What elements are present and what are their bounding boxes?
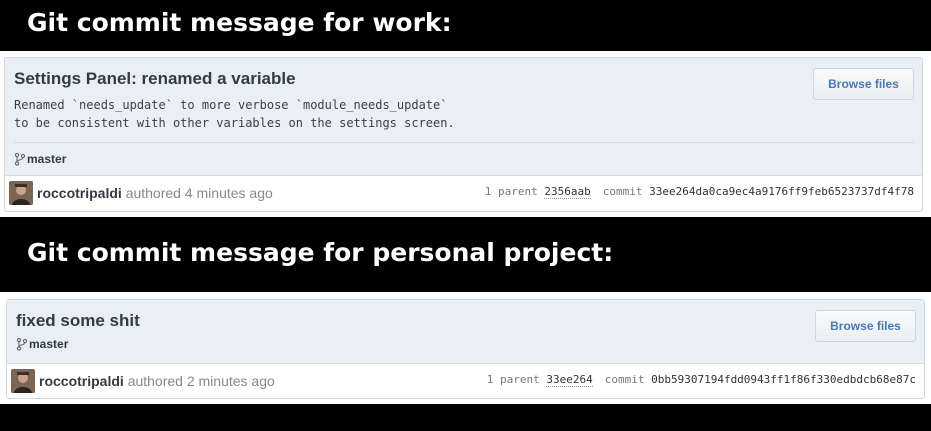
author-link[interactable]: roccotripaldi <box>37 185 122 201</box>
parent-label: 1 parent <box>484 185 538 198</box>
caption-personal: Git commit message for personal project: <box>27 238 614 267</box>
parent-sha-link[interactable]: 33ee264 <box>546 373 593 387</box>
author-line: roccotripaldi authored 4 minutes ago <box>37 185 273 201</box>
avatar[interactable] <box>11 369 35 393</box>
parent-sha-link[interactable]: 2356aab <box>544 185 591 199</box>
divider <box>14 142 914 143</box>
personal-commit-card: fixed some shit master Browse files rocc… <box>6 299 925 399</box>
branch-label: master <box>16 337 68 351</box>
commit-header: Settings Panel: renamed a variable Renam… <box>5 58 922 176</box>
caption-work: Git commit message for work: <box>27 8 452 37</box>
commit-sha: 0bb59307194fdd0943ff1f86f330edbdcb68e87c <box>651 373 916 386</box>
authored-time: authored 4 minutes ago <box>125 185 273 201</box>
commit-label: commit <box>604 373 645 386</box>
sha-info: 1 parent 2356aab commit 33ee264da0ca9ec4a… <box>485 185 914 199</box>
commit-meta: roccotripaldi authored 4 minutes ago 1 p… <box>5 176 922 209</box>
commit-header: fixed some shit master Browse files <box>7 300 924 364</box>
meme-image: Git commit message for work: Settings Pa… <box>0 0 931 431</box>
authored-time: authored 2 minutes ago <box>127 373 275 389</box>
browse-files-button[interactable]: Browse files <box>813 68 914 100</box>
commit-meta: roccotripaldi authored 2 minutes ago 1 p… <box>7 364 924 397</box>
branch-name: master <box>29 337 69 351</box>
browse-files-button[interactable]: Browse files <box>815 310 916 342</box>
sha-info: 1 parent 33ee264 commit 0bb59307194fdd094… <box>487 373 916 387</box>
commit-label: commit <box>602 185 643 198</box>
commit-sha: 33ee264da0ca9ec4a9176ff9feb6523737df4f78 <box>649 185 914 198</box>
branch-label: master <box>14 152 66 166</box>
commit-description: Renamed `needs_update` to more verbose `… <box>14 98 455 130</box>
git-branch-icon <box>14 152 26 166</box>
commit-title: fixed some shit <box>16 311 140 330</box>
parent-label: 1 parent <box>486 373 540 386</box>
author-link[interactable]: roccotripaldi <box>39 373 124 389</box>
git-branch-icon <box>16 337 28 351</box>
avatar[interactable] <box>9 181 33 205</box>
commit-title: Settings Panel: renamed a variable <box>14 69 296 88</box>
work-commit-card: Settings Panel: renamed a variable Renam… <box>4 57 923 212</box>
branch-name: master <box>27 152 67 166</box>
author-line: roccotripaldi authored 2 minutes ago <box>39 373 275 389</box>
